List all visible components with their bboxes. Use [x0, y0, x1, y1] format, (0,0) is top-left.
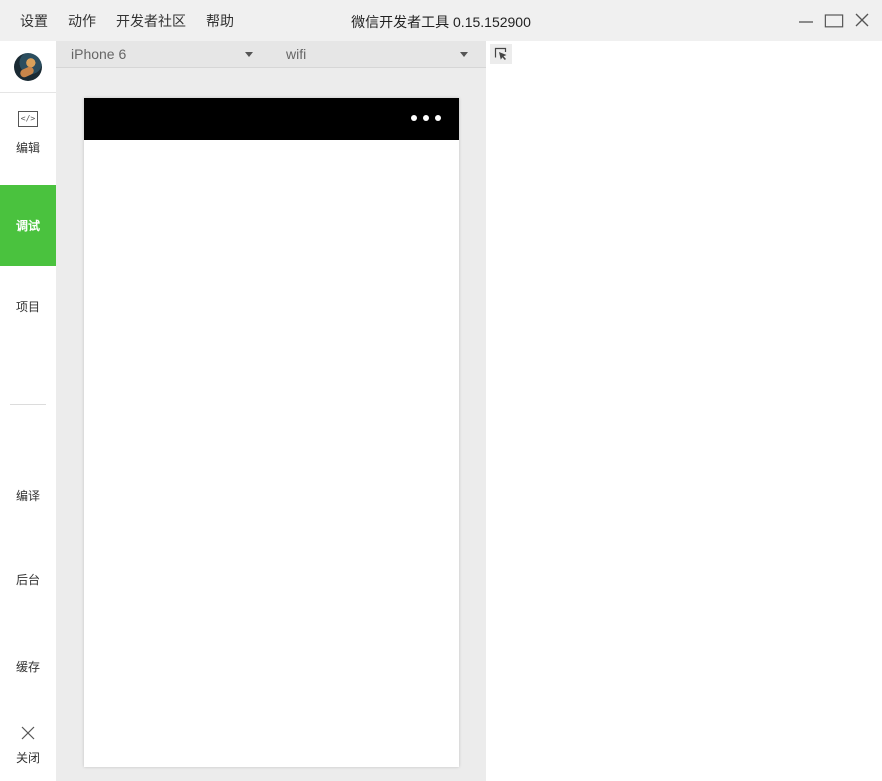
title-bar: 设置 动作 开发者社区 帮助 微信开发者工具 0.15.152900 — [0, 0, 882, 41]
inspect-element-icon[interactable] — [490, 44, 512, 64]
sidebar-item-label: 调试 — [15, 219, 40, 233]
sidebar-item-debug[interactable]: 调试 — [0, 185, 56, 266]
sidebar-item-label: 后台 — [15, 572, 40, 587]
chevron-down-icon — [460, 52, 468, 57]
sidebar-divider — [10, 404, 46, 405]
debug-panel — [486, 41, 882, 781]
sidebar-item-edit[interactable]: </> 编辑 — [0, 93, 56, 174]
sidebar-item-close[interactable]: 关闭 — [0, 711, 56, 781]
sidebar-item-cache[interactable]: 缓存 — [0, 626, 56, 706]
menu-help[interactable]: 帮助 — [196, 11, 244, 31]
phone-screen[interactable] — [84, 98, 459, 767]
avatar-container — [0, 41, 56, 93]
close-icon — [21, 726, 35, 743]
menu-settings[interactable]: 设置 — [10, 11, 58, 31]
sidebar-item-project[interactable]: 项目 — [0, 266, 56, 347]
window-controls — [796, 10, 872, 30]
menu-bar: 设置 动作 开发者社区 帮助 — [10, 0, 244, 41]
maximize-icon[interactable] — [824, 10, 844, 30]
simulator-panel: iPhone 6 wifi — [56, 41, 486, 781]
close-window-icon[interactable] — [852, 10, 872, 30]
more-icon[interactable] — [411, 115, 441, 121]
sidebar: </> 编辑 调试 项目 编译 后台 缓存 关闭 — [0, 41, 56, 781]
device-select[interactable]: iPhone 6 — [71, 41, 253, 67]
sidebar-item-label: 关闭 — [15, 751, 40, 765]
code-icon: </> — [18, 111, 38, 127]
phone-navigation-bar — [84, 98, 459, 140]
avatar[interactable] — [14, 52, 42, 81]
menu-actions[interactable]: 动作 — [58, 11, 106, 31]
sidebar-item-label: 编辑 — [15, 141, 40, 155]
network-select-value: wifi — [286, 46, 307, 62]
sidebar-item-label: 项目 — [15, 300, 40, 314]
menu-developer-community[interactable]: 开发者社区 — [106, 11, 196, 31]
device-select-value: iPhone 6 — [71, 46, 127, 62]
chevron-down-icon — [245, 52, 253, 57]
network-select[interactable]: wifi — [286, 41, 468, 67]
sidebar-item-label: 编译 — [15, 488, 40, 503]
minimize-icon[interactable] — [796, 10, 816, 30]
sidebar-item-compile[interactable]: 编译 — [0, 455, 56, 535]
simulator-toolbar: iPhone 6 wifi — [56, 41, 486, 68]
sidebar-item-label: 缓存 — [15, 659, 40, 674]
sidebar-item-backend[interactable]: 后台 — [0, 539, 56, 619]
